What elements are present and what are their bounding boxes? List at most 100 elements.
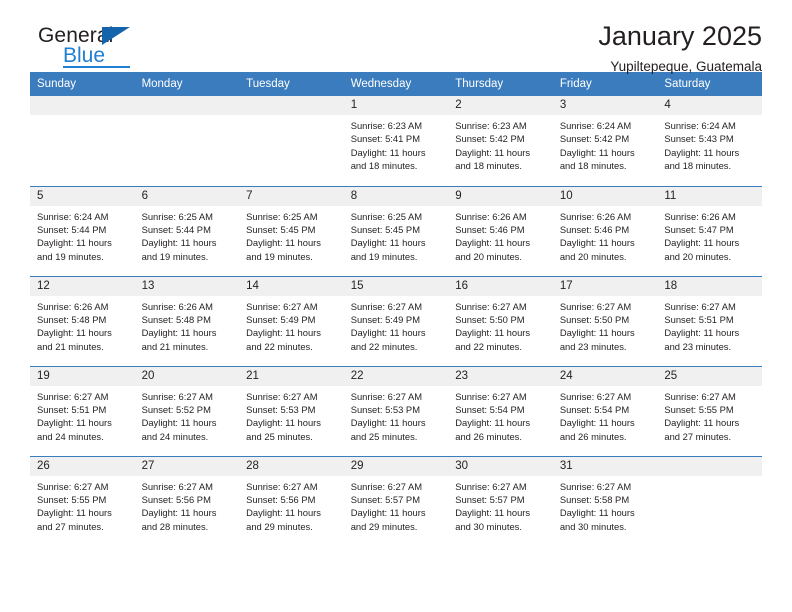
day-number: 18 — [657, 276, 762, 296]
calendar-day-cell[interactable]: 9 Sunrise: 6:26 AM Sunset: 5:46 PM Daylight… — [448, 185, 553, 276]
calendar-day-cell[interactable]: 2 Sunrise: 6:23 AM Sunset: 5:42 PM Daylight… — [448, 96, 553, 186]
day-number: 10 — [552, 186, 658, 206]
calendar-day-cell[interactable]: 24 Sunrise: 6:27 AM Sunset: 5:54 PM Dayligh… — [552, 365, 658, 456]
calendar-day-cell[interactable]: 12 Sunrise: 6:26 AM Sunset: 5:48 PM Dayligh… — [30, 275, 135, 366]
sunrise-text: Sunrise: 6:25 AM — [246, 210, 318, 222]
sunrise-text: Sunrise: 6:26 AM — [37, 300, 109, 312]
calendar-day-cell[interactable]: 16 Sunrise: 6:27 AM Sunset: 5:50 PM Dayligh… — [448, 275, 553, 366]
day-cell-inner: 24 Sunrise: 6:27 AM Sunset: 5:54 PM Dayligh… — [552, 366, 658, 456]
calendar-day-cell[interactable]: 7 Sunrise: 6:25 AM Sunset: 5:45 PM Daylight… — [239, 185, 344, 276]
day-number: 9 — [448, 186, 553, 206]
day-cell-inner — [134, 96, 240, 186]
calendar-table: Sunday Monday Tuesday Wednesday Thursday Frid… — [30, 72, 762, 546]
day-details: Sunrise: 6:25 AM Sunset: 5:44 PM Daylight:… — [135, 206, 240, 263]
page-subtitle: Yupiltepeque, Guatemala — [610, 59, 762, 75]
calendar-day-cell[interactable]: 25 Sunrise: 6:27 AM Sunset: 5:55 PM Dayligh… — [657, 365, 762, 456]
sunset-text: Sunset: 5:52 PM — [141, 403, 211, 415]
weekday-header-saturday: Saturday — [657, 72, 762, 96]
sunrise-text: Sunrise: 6:27 AM — [350, 480, 423, 492]
calendar-day-cell[interactable]: 10 Sunrise: 6:26 AM Sunset: 5:46 PM Dayligh… — [552, 185, 658, 276]
calendar-day-cell[interactable]: 17 Sunrise: 6:27 AM Sunset: 5:50 PM Dayligh… — [552, 275, 658, 366]
day-cell-inner: 9 Sunrise: 6:26 AM Sunset: 5:46 PM Daylight… — [448, 186, 553, 276]
day-details: Sunrise: 6:27 AM Sunset: 5:55 PM Daylight:… — [657, 386, 762, 443]
calendar-day-cell[interactable]: 23 Sunrise: 6:27 AM Sunset: 5:54 PM Dayligh… — [448, 365, 553, 456]
daylight-text: Daylight: 11 hours and 22 minutes. — [350, 327, 426, 352]
sunrise-text: Sunrise: 6:25 AM — [350, 210, 423, 222]
day-cell-inner: 8 Sunrise: 6:25 AM Sunset: 5:45 PM Daylight… — [343, 186, 449, 276]
sunset-text: Sunset: 5:50 PM — [455, 313, 525, 325]
calendar-day-cell[interactable]: 11 Sunrise: 6:26 AM Sunset: 5:47 PM Dayligh… — [657, 185, 762, 276]
calendar-day-cell[interactable]: 22 Sunrise: 6:27 AM Sunset: 5:53 PM Dayligh… — [343, 365, 449, 456]
sunrise-text: Sunrise: 6:24 AM — [664, 120, 736, 131]
daylight-text: Daylight: 11 hours and 18 minutes. — [664, 146, 740, 172]
sunset-text: Sunset: 5:49 PM — [350, 313, 420, 325]
day-cell-inner: 21 Sunrise: 6:27 AM Sunset: 5:53 PM Dayligh… — [239, 366, 344, 456]
sunrise-text: Sunrise: 6:26 AM — [455, 210, 527, 222]
calendar-day-cell[interactable]: 19 Sunrise: 6:27 AM Sunset: 5:51 PM Dayligh… — [30, 365, 135, 456]
calendar-day-cell[interactable]: 20 Sunrise: 6:27 AM Sunset: 5:52 PM Dayligh… — [134, 365, 240, 456]
brand-name-blue: Blue — [63, 44, 106, 67]
day-details: Sunrise: 6:25 AM Sunset: 5:45 PM Daylight:… — [239, 206, 344, 263]
day-cell-inner: 1 Sunrise: 6:23 AM Sunset: 5:41 PM Daylight… — [343, 96, 449, 186]
calendar-day-cell[interactable]: 3 Sunrise: 6:24 AM Sunset: 5:42 PM Daylight… — [552, 96, 658, 186]
daylight-text: Daylight: 11 hours and 19 minutes. — [246, 237, 321, 262]
day-details: Sunrise: 6:27 AM Sunset: 5:53 PM Daylight:… — [344, 386, 449, 443]
day-number: 1 — [343, 96, 449, 115]
daylight-text: Daylight: 11 hours and 18 minutes. — [455, 146, 531, 172]
day-details: Sunrise: 6:23 AM Sunset: 5:41 PM Daylight:… — [344, 115, 449, 172]
sunrise-text: Sunrise: 6:24 AM — [37, 210, 109, 222]
calendar-day-cell[interactable]: 29 Sunrise: 6:27 AM Sunset: 5:57 PM Dayligh… — [343, 455, 449, 546]
brand-logo[interactable]: General Blue — [30, 22, 150, 74]
day-details: Sunrise: 6:27 AM Sunset: 5:56 PM Daylight:… — [135, 476, 240, 533]
sunset-text: Sunset: 5:44 PM — [141, 223, 211, 235]
day-number: 25 — [657, 366, 762, 386]
calendar-week-row: 19 Sunrise: 6:27 AM Sunset: 5:51 PM Dayligh… — [30, 365, 762, 456]
day-cell-inner: 20 Sunrise: 6:27 AM Sunset: 5:52 PM Dayligh… — [134, 366, 240, 456]
daylight-text: Daylight: 11 hours and 27 minutes. — [37, 507, 112, 532]
sunset-text: Sunset: 5:54 PM — [559, 403, 630, 415]
calendar-day-cell[interactable]: 14 Sunrise: 6:27 AM Sunset: 5:49 PM Dayligh… — [239, 275, 344, 366]
calendar-day-cell[interactable]: 28 Sunrise: 6:27 AM Sunset: 5:56 PM Dayligh… — [239, 455, 344, 546]
calendar-day-cell[interactable]: 18 Sunrise: 6:27 AM Sunset: 5:51 PM Dayligh… — [657, 275, 762, 366]
day-cell-inner: 11 Sunrise: 6:26 AM Sunset: 5:47 PM Dayligh… — [657, 186, 762, 276]
day-cell-inner: 12 Sunrise: 6:26 AM Sunset: 5:48 PM Dayligh… — [30, 276, 135, 366]
calendar-day-cell[interactable]: 26 Sunrise: 6:27 AM Sunset: 5:55 PM Dayligh… — [30, 455, 135, 546]
daylight-text: Daylight: 11 hours and 30 minutes. — [455, 507, 531, 532]
day-details: Sunrise: 6:27 AM Sunset: 5:49 PM Daylight:… — [344, 296, 449, 353]
calendar-day-cell[interactable]: 13 Sunrise: 6:26 AM Sunset: 5:48 PM Dayligh… — [134, 275, 240, 366]
day-cell-inner: 16 Sunrise: 6:27 AM Sunset: 5:50 PM Dayligh… — [448, 276, 553, 366]
day-number: 7 — [239, 186, 344, 206]
day-cell-inner: 4 Sunrise: 6:24 AM Sunset: 5:43 PM Daylight… — [657, 96, 762, 186]
sunrise-text: Sunrise: 6:26 AM — [664, 210, 736, 222]
calendar-day-cell[interactable]: 27 Sunrise: 6:27 AM Sunset: 5:56 PM Dayligh… — [134, 455, 240, 546]
weekday-header-thursday: Thursday — [448, 72, 553, 96]
daylight-text: Daylight: 11 hours and 23 minutes. — [664, 327, 740, 352]
day-details: Sunrise: 6:24 AM Sunset: 5:42 PM Daylight:… — [553, 115, 658, 172]
calendar-day-cell[interactable]: 4 Sunrise: 6:24 AM Sunset: 5:43 PM Daylight… — [657, 96, 762, 186]
calendar-day-cell[interactable]: 5 Sunrise: 6:24 AM Sunset: 5:44 PM Daylight… — [30, 185, 135, 276]
day-number — [30, 96, 135, 115]
calendar-day-cell[interactable]: 8 Sunrise: 6:25 AM Sunset: 5:45 PM Daylight… — [343, 185, 449, 276]
day-number: 31 — [552, 456, 658, 476]
calendar-day-cell[interactable]: 6 Sunrise: 6:25 AM Sunset: 5:44 PM Daylight… — [134, 185, 240, 276]
calendar-day-cell[interactable]: 30 Sunrise: 6:27 AM Sunset: 5:57 PM Dayligh… — [448, 455, 553, 546]
weekday-header-wednesday: Wednesday — [343, 72, 449, 96]
day-details: Sunrise: 6:27 AM Sunset: 5:50 PM Daylight:… — [448, 296, 553, 353]
day-details: Sunrise: 6:27 AM Sunset: 5:57 PM Daylight:… — [344, 476, 449, 533]
brand-underline — [63, 66, 130, 68]
day-number: 20 — [134, 366, 240, 386]
daylight-text: Daylight: 11 hours and 22 minutes. — [455, 327, 531, 352]
sunrise-text: Sunrise: 6:27 AM — [246, 480, 318, 492]
day-details: Sunrise: 6:26 AM Sunset: 5:47 PM Daylight:… — [657, 206, 762, 263]
day-number: 28 — [239, 456, 344, 476]
daylight-text: Daylight: 11 hours and 18 minutes. — [559, 146, 635, 172]
title-block: January 2025 Yupiltepeque, Guatemala — [598, 22, 762, 75]
sunrise-text: Sunrise: 6:27 AM — [350, 300, 423, 312]
calendar-day-cell[interactable]: 15 Sunrise: 6:27 AM Sunset: 5:49 PM Dayligh… — [343, 275, 449, 366]
calendar-day-cell[interactable]: 31 Sunrise: 6:27 AM Sunset: 5:58 PM Dayligh… — [552, 455, 658, 546]
day-number: 8 — [343, 186, 449, 206]
calendar-day-cell[interactable]: 21 Sunrise: 6:27 AM Sunset: 5:53 PM Dayligh… — [239, 365, 344, 456]
calendar-day-cell[interactable]: 1 Sunrise: 6:23 AM Sunset: 5:41 PM Daylight… — [343, 96, 449, 186]
day-number: 12 — [30, 276, 135, 296]
sunset-text: Sunset: 5:48 PM — [37, 313, 107, 325]
